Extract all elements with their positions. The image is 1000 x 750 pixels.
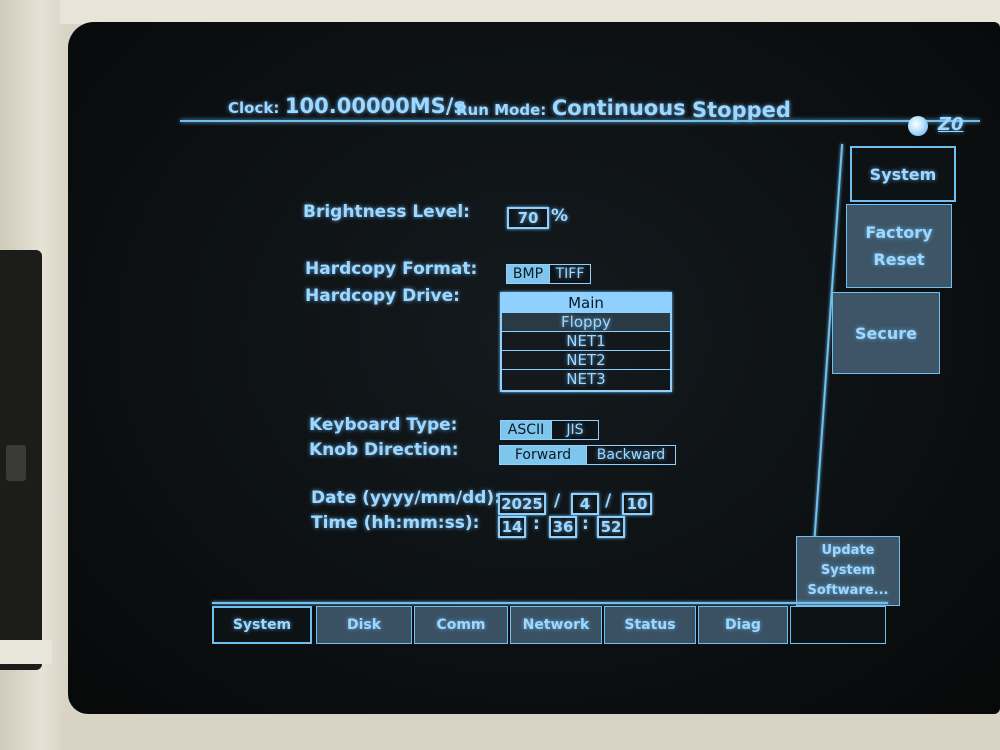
knob-direction-forward[interactable]: Forward xyxy=(499,445,587,465)
floppy-slot-lip xyxy=(0,640,52,664)
softkey-update-line3: Software... xyxy=(807,583,889,598)
date-label: Date (yyyy/mm/dd): xyxy=(311,488,502,508)
date-year-field[interactable]: 2025 xyxy=(498,493,546,515)
tab-status[interactable]: Status xyxy=(604,606,696,644)
knob-label: Z0 xyxy=(938,114,964,135)
hardcopy-format-bmp[interactable]: BMP xyxy=(506,264,550,284)
clock-value: 100.00000MS/s xyxy=(284,94,466,118)
drive-option-net1[interactable]: NET1 xyxy=(502,332,670,351)
tab-diag[interactable]: Diag xyxy=(698,606,788,644)
softkey-factory-reset-line2: Reset xyxy=(873,250,925,269)
knob-icon xyxy=(908,116,928,136)
run-mode-readout: Run Mode: Continuous xyxy=(456,96,686,120)
softkey-factory-reset-line1: Factory xyxy=(865,223,933,242)
softkey-system[interactable]: System xyxy=(850,146,956,202)
tab-disk[interactable]: Disk xyxy=(316,606,412,644)
crt-screen: Clock: 100.00000MS/s Run Mode: Continuou… xyxy=(68,22,1000,714)
softkey-update-line2: System xyxy=(820,563,876,578)
tab-system[interactable]: System xyxy=(212,606,312,644)
time-separator-1: : xyxy=(533,514,540,534)
drive-option-net3[interactable]: NET3 xyxy=(502,370,670,389)
time-second-field[interactable]: 52 xyxy=(597,516,625,538)
brightness-label: Brightness Level: xyxy=(303,202,470,222)
hardcopy-format-tiff[interactable]: TIFF xyxy=(549,264,591,284)
date-day-field[interactable]: 10 xyxy=(622,493,652,515)
keyboard-type-jis[interactable]: JIS xyxy=(551,420,599,440)
date-separator-2: / xyxy=(605,491,612,511)
device-bezel-top xyxy=(60,0,1000,24)
softkey-factory-reset[interactable]: Factory Reset xyxy=(846,204,952,288)
brightness-unit: % xyxy=(551,206,569,226)
drive-option-main[interactable]: Main xyxy=(502,294,670,313)
keyboard-type-label: Keyboard Type: xyxy=(309,415,458,435)
date-month-field[interactable]: 4 xyxy=(571,493,599,515)
run-mode-label: Run Mode: xyxy=(456,101,547,119)
run-state: Stopped xyxy=(692,98,791,122)
time-label: Time (hh:mm:ss): xyxy=(311,513,480,533)
knob-direction-backward[interactable]: Backward xyxy=(586,445,676,465)
hardcopy-format-label: Hardcopy Format: xyxy=(305,259,478,279)
tab-network[interactable]: Network xyxy=(510,606,602,644)
tabs-rule xyxy=(212,602,888,604)
brightness-field[interactable]: 70 xyxy=(507,207,549,229)
run-mode-value: Continuous xyxy=(551,96,686,120)
floppy-eject-button[interactable] xyxy=(6,445,26,481)
status-bar-rule xyxy=(180,120,980,122)
drive-option-net2[interactable]: NET2 xyxy=(502,351,670,370)
softkey-update-line1: Update xyxy=(821,543,875,558)
hardcopy-drive-label: Hardcopy Drive: xyxy=(305,286,460,306)
drive-option-floppy[interactable]: Floppy xyxy=(502,313,670,332)
softkey-update-system-software[interactable]: Update System Software... xyxy=(796,536,900,606)
tab-empty xyxy=(790,606,886,644)
knob-direction-label: Knob Direction: xyxy=(309,440,459,460)
device-bezel-left xyxy=(0,0,70,750)
time-separator-2: : xyxy=(582,514,589,534)
tab-comm[interactable]: Comm xyxy=(414,606,508,644)
date-separator-1: / xyxy=(554,491,561,511)
clock-readout: Clock: 100.00000MS/s xyxy=(228,94,466,118)
time-minute-field[interactable]: 36 xyxy=(549,516,577,538)
keyboard-type-ascii[interactable]: ASCII xyxy=(500,420,552,440)
time-hour-field[interactable]: 14 xyxy=(498,516,526,538)
clock-label: Clock: xyxy=(228,99,280,117)
softkey-secure[interactable]: Secure xyxy=(832,292,940,374)
device-bezel-bottom xyxy=(60,712,1000,750)
hardcopy-drive-list[interactable]: Main Floppy NET1 NET2 NET3 xyxy=(500,292,672,392)
